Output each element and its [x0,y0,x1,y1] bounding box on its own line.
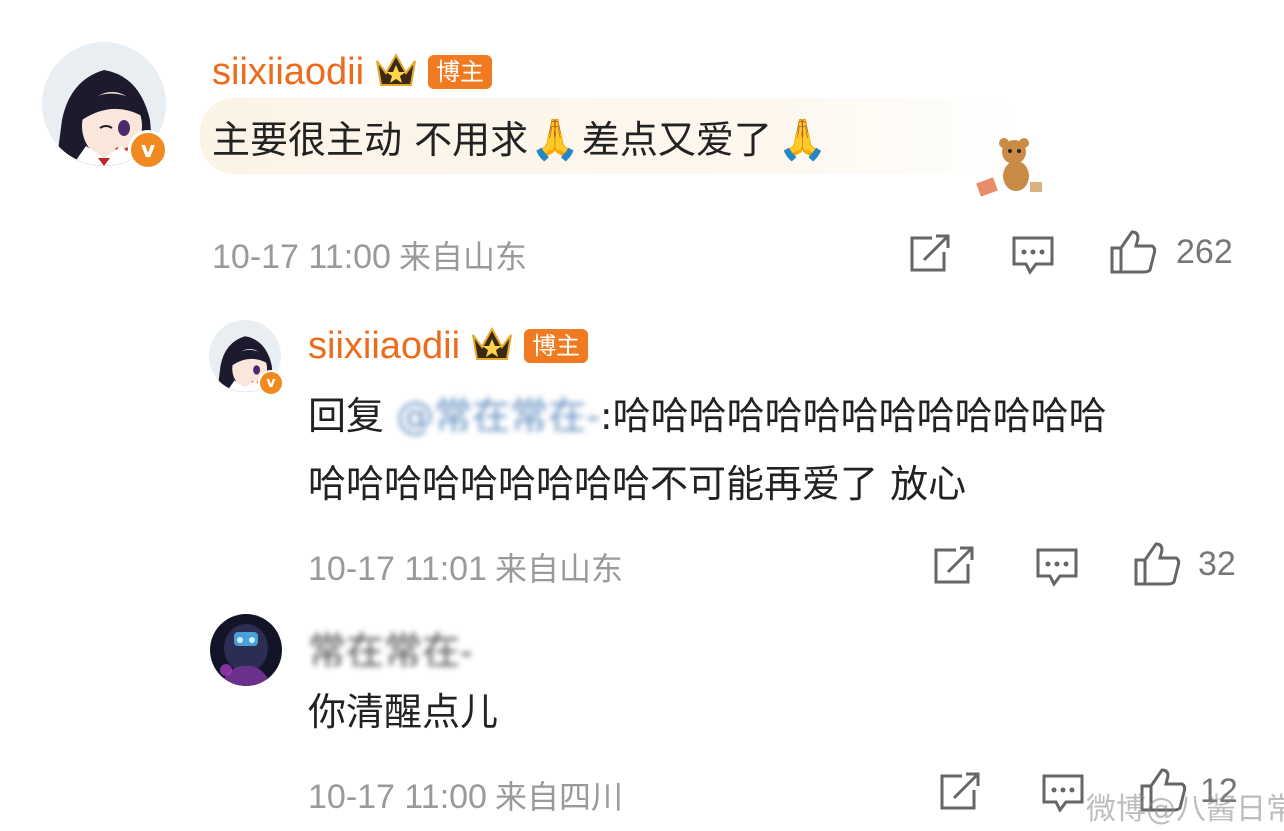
timestamp: 10-17 11:00 [212,238,391,276]
comment-meta: 10-17 11:00 来自山东 [212,232,527,278]
location: 来自山东 [494,550,623,588]
crown-icon [470,325,514,367]
verified-badge-icon: v [128,130,168,170]
timestamp: 10-17 11:00 [308,778,487,816]
verified-badge-icon: v [258,370,284,396]
blogger-badge: 博主 [428,55,493,89]
share-icon[interactable] [932,546,976,586]
mention-text: @常在常在- [396,394,600,438]
location: 来自四川 [494,778,623,816]
comment-header: siixiiaodii 博主 [212,50,493,94]
reply-text-line2: 哈哈哈哈哈哈哈哈哈不可能再爱了 放心 [308,450,966,518]
comment-icon[interactable] [1010,234,1056,276]
avatar[interactable] [210,614,282,686]
comment-icon[interactable] [1040,772,1086,814]
reply-prefix: 回复 [308,394,385,438]
like-icon[interactable] [1108,228,1158,276]
reply-text-part: 哈哈哈哈哈哈哈哈哈不可能再爱了 放心 [308,462,967,506]
username[interactable]: siixiiaodii [308,325,460,368]
share-icon[interactable] [908,234,952,274]
like-count: 32 [1198,545,1236,583]
mention-link[interactable]: @常在常在- [396,394,600,438]
pray-emoji-icon: 🙏 [777,117,828,163]
comment-text-part1: 主要很主动 不用求 [212,118,529,162]
username[interactable]: siixiiaodii [212,51,364,94]
pray-emoji-icon: 🙏 [530,117,580,163]
crown-icon [374,51,418,93]
like-count: 262 [1176,233,1233,271]
reply-text-part: :哈哈哈哈哈哈哈哈哈哈哈哈哈 [599,394,1107,438]
like-icon[interactable] [1132,540,1182,588]
location: 来自山东 [398,238,527,276]
share-icon[interactable] [938,772,982,812]
username[interactable]: 常在常在- [308,620,473,675]
comment-text: 主要很主动 不用求 🙏 差点又爱了 🙏 [212,106,828,174]
bear-sticker-icon [970,136,1050,202]
blogger-badge: 博主 [524,329,589,363]
comment-text-part2: 差点又爱了 [581,118,772,162]
comment-icon[interactable] [1034,546,1080,588]
reply-text-line1: 回复 @常在常在-:哈哈哈哈哈哈哈哈哈哈哈哈哈 [308,382,1107,450]
reply-meta: 10-17 11:01 来自山东 [308,544,623,590]
reply-meta: 10-17 11:00 来自四川 [308,772,623,818]
reply-header: siixiiaodii 博主 [308,324,589,368]
watermark: 微博@八酱日常 [1086,792,1284,827]
comment-text: 你清醒点儿 [308,690,499,734]
timestamp: 10-17 11:01 [308,550,487,588]
